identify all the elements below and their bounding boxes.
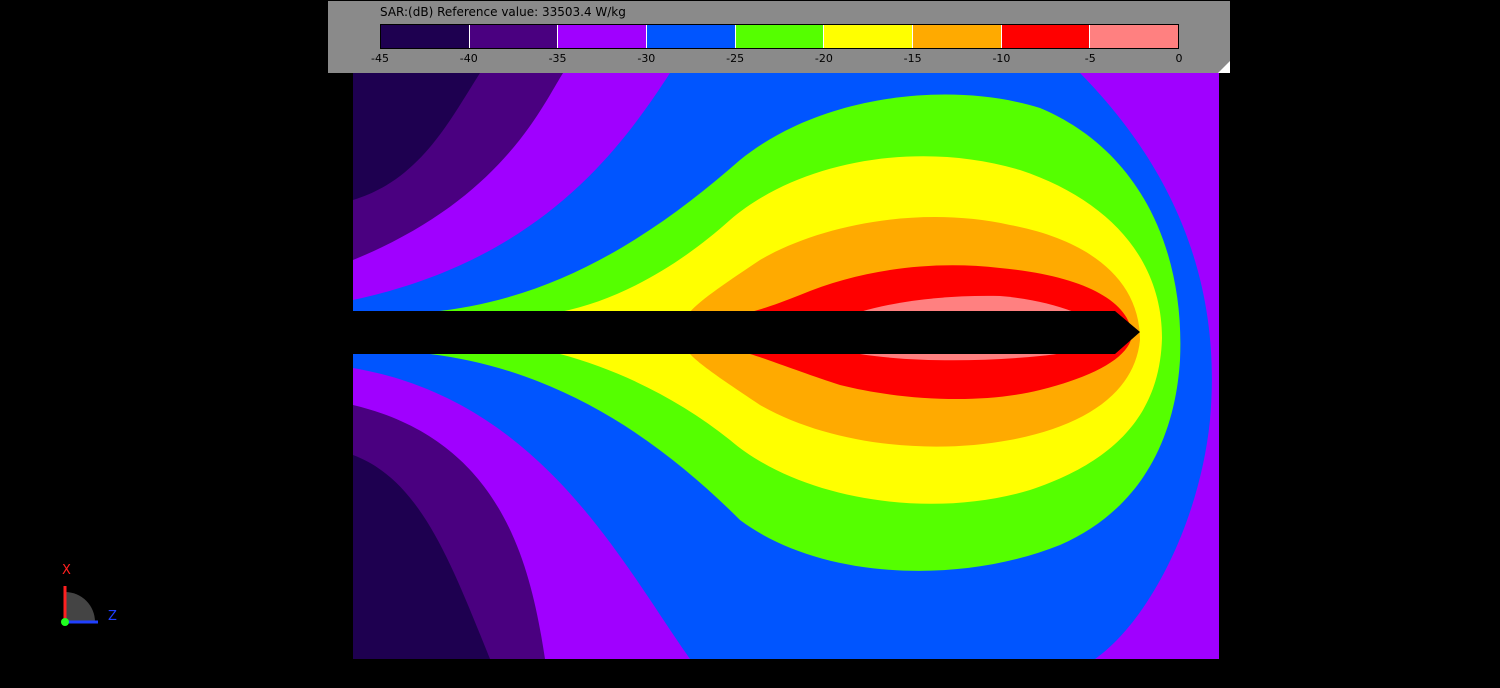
legend-color-bar — [380, 24, 1179, 49]
legend-tick-label: -35 — [548, 52, 567, 65]
legend-swatch — [1001, 25, 1091, 48]
resize-corner-icon[interactable] — [1218, 61, 1230, 73]
legend-tick-label: -15 — [903, 52, 922, 65]
axis-triad: X Z — [50, 560, 130, 640]
legend-swatch — [1090, 25, 1179, 48]
legend-swatch — [558, 25, 648, 48]
x-axis-label: X — [62, 563, 71, 578]
sar-viewport[interactable]: SAR:(dB) Reference value: 33503.4 W/kg -… — [0, 0, 1500, 688]
legend-swatch — [469, 25, 559, 48]
legend-tick-label: -45 — [371, 52, 389, 65]
z-axis-label: Z — [108, 609, 117, 624]
legend-title: SAR:(dB) Reference value: 33503.4 W/kg — [380, 5, 626, 19]
legend-tick-label: 0 — [1175, 52, 1183, 65]
legend-swatch — [735, 25, 825, 48]
feed-line-shadow — [353, 311, 1140, 354]
legend-tick-label: -30 — [637, 52, 656, 65]
legend-tick-label: -5 — [1084, 52, 1096, 65]
legend-swatch — [824, 25, 914, 48]
legend-tick-label: -25 — [726, 52, 745, 65]
legend-tick-label: -10 — [992, 52, 1011, 65]
legend-tick-label: -40 — [459, 52, 478, 65]
legend-tick-label: -20 — [814, 52, 833, 65]
legend-swatch — [381, 25, 470, 48]
legend-panel[interactable]: SAR:(dB) Reference value: 33503.4 W/kg -… — [328, 1, 1230, 73]
sar-field-plot[interactable] — [0, 0, 1500, 688]
legend-swatch — [913, 25, 1002, 48]
legend-swatch — [647, 25, 736, 48]
